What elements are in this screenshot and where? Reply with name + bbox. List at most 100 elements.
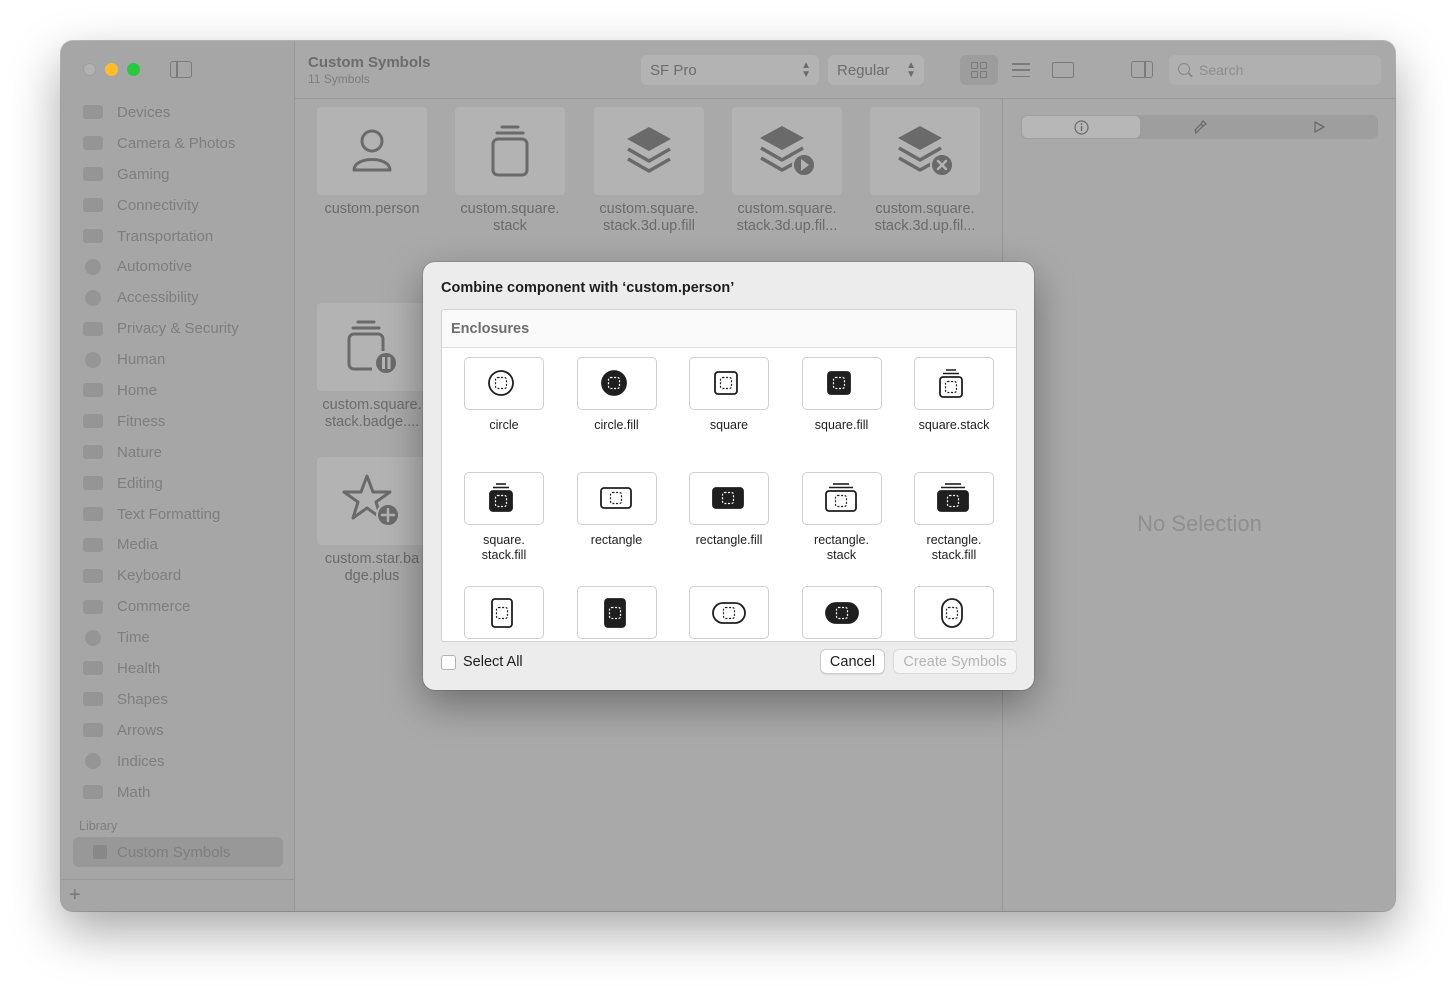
sidebar-item-label: Automotive xyxy=(117,258,193,276)
gallery-view-button[interactable] xyxy=(1044,55,1082,85)
close-window-button[interactable] xyxy=(83,63,96,76)
enclosure-preview xyxy=(464,471,544,525)
enclosure-label: square xyxy=(709,418,749,432)
add-library-button[interactable]: + xyxy=(69,884,81,907)
play-icon xyxy=(1314,121,1325,133)
sidebar-item-nature[interactable]: Nature xyxy=(83,437,283,468)
sidebar-item-privacy-security[interactable]: Privacy & Security xyxy=(83,313,283,344)
person-circle-icon xyxy=(85,351,101,368)
square-stack-icon xyxy=(491,125,529,177)
dialog-title: Combine component with ‘custom.person’ xyxy=(441,280,735,296)
cancel-button[interactable]: Cancel xyxy=(820,649,885,674)
command-icon xyxy=(83,568,103,583)
enclosure-preview xyxy=(801,357,882,410)
symbol-tile[interactable]: custom.square. stack.3d.up.fil... xyxy=(870,107,980,235)
enclosure-preview xyxy=(689,357,769,410)
square-fill-icon xyxy=(826,370,851,395)
arrow-right-icon xyxy=(83,723,103,738)
enclosure-tile[interactable]: circle xyxy=(464,357,544,433)
sidebar-item-custom-symbols[interactable]: Custom Symbols xyxy=(73,837,283,867)
sidebar-item-camera-photos[interactable]: Camera & Photos xyxy=(83,128,283,159)
sidebar-item-human[interactable]: Human xyxy=(83,344,283,375)
zoom-window-button[interactable] xyxy=(127,63,140,76)
enclosure-tile[interactable] xyxy=(464,586,544,641)
enclosure-tile[interactable]: rectangle xyxy=(576,471,657,548)
enclosure-label: rectangle. stack.fill xyxy=(926,532,982,562)
sidebar-item-time[interactable]: Time xyxy=(83,622,283,653)
camera-icon xyxy=(83,136,103,151)
symbol-tile[interactable]: custom.square. stack.3d.up.fill xyxy=(594,107,704,235)
grid-view-button[interactable] xyxy=(960,55,998,85)
sidebar-item-commerce[interactable]: Commerce xyxy=(83,591,283,622)
combine-component-dialog: Combine component with ‘custom.person’ E… xyxy=(423,262,1034,690)
symbol-tile[interactable]: custom.square. stack.badge.... xyxy=(317,303,427,431)
symbol-count: 11 Symbols xyxy=(308,72,370,86)
sidebar-item-editing[interactable]: Editing xyxy=(83,468,283,499)
inspector-toggle-icon[interactable] xyxy=(1131,61,1153,78)
sidebar-item-connectivity[interactable]: Connectivity xyxy=(83,190,283,221)
symbol-preview xyxy=(594,107,704,195)
capsule-portrait-icon xyxy=(941,597,963,628)
sidebar-item-automotive[interactable]: Automotive xyxy=(83,251,283,282)
enclosure-tile[interactable] xyxy=(914,586,994,641)
enclosure-tile[interactable]: square.stack xyxy=(914,357,994,433)
stack-3d-play-icon xyxy=(760,126,816,177)
enclosure-tile[interactable] xyxy=(689,586,769,641)
enclosure-tile[interactable]: circle.fill xyxy=(576,357,657,433)
sidebar-item-devices[interactable]: Devices xyxy=(83,97,283,128)
select-all-label: Select All xyxy=(463,654,523,670)
sidebar-item-shapes[interactable]: Shapes xyxy=(83,684,283,715)
sidebar-item-home[interactable]: Home xyxy=(83,375,283,406)
symbol-tile[interactable]: custom.square. stack xyxy=(455,107,565,235)
symbol-tile[interactable]: custom.person xyxy=(317,107,427,218)
enclosure-tile[interactable] xyxy=(801,586,882,641)
rectangle-stack-icon xyxy=(824,483,857,512)
enclosure-tile[interactable]: rectangle. stack xyxy=(801,471,882,563)
portrait-icon xyxy=(491,597,513,628)
list-view-button[interactable] xyxy=(1002,55,1040,85)
sidebar-item-arrows[interactable]: Arrows xyxy=(83,715,283,746)
sidebar-item-accessibility[interactable]: Accessibility xyxy=(83,282,283,313)
enclosure-tile[interactable]: rectangle. stack.fill xyxy=(914,471,994,563)
sidebar-item-label: Human xyxy=(117,351,166,369)
tab-info[interactable] xyxy=(1022,116,1141,138)
tab-preview[interactable] xyxy=(1260,115,1378,139)
sidebar-item-transportation[interactable]: Transportation xyxy=(83,221,283,252)
rectangle-stack-fill-icon xyxy=(937,483,969,512)
sidebar-toggle-icon[interactable] xyxy=(170,61,192,78)
sidebar-item-fitness[interactable]: Fitness xyxy=(83,406,283,437)
info-icon xyxy=(1074,119,1089,135)
enclosure-tile[interactable]: square. stack.fill xyxy=(464,471,544,563)
sidebar-item-label: Accessibility xyxy=(117,289,199,307)
sidebar-item-math[interactable]: Math xyxy=(83,777,283,808)
select-all-checkbox[interactable]: Select All xyxy=(441,654,523,670)
rectangle-icon xyxy=(599,487,632,509)
symbol-label: custom.square. stack.badge.... xyxy=(322,397,422,430)
playpause-icon xyxy=(83,537,103,552)
weight-popup[interactable]: Regular ▲ ▼ xyxy=(828,55,924,85)
tab-annotate[interactable] xyxy=(1141,115,1259,139)
sidebar-item-text-formatting[interactable]: Text Formatting xyxy=(83,499,283,530)
enclosure-tile[interactable]: rectangle.fill xyxy=(689,471,769,548)
checkbox[interactable] xyxy=(441,654,456,670)
search-field[interactable]: Search xyxy=(1169,55,1381,85)
enclosure-label: circle xyxy=(489,418,519,432)
sidebar-item-indices[interactable]: Indices xyxy=(83,746,283,777)
symbol-label: custom.square. stack.3d.up.fill xyxy=(599,201,699,234)
enclosure-tile[interactable] xyxy=(576,586,657,641)
sidebar-item-media[interactable]: Media xyxy=(83,529,283,560)
enclosure-tile[interactable]: square xyxy=(689,357,769,433)
enclosure-tile[interactable]: square.fill xyxy=(801,357,882,433)
function-icon xyxy=(83,785,103,800)
minimize-window-button[interactable] xyxy=(105,63,118,76)
symbol-tile[interactable]: custom.star.ba dge.plus xyxy=(317,457,427,585)
create-symbols-button[interactable]: Create Symbols xyxy=(893,649,1017,674)
sidebar-item-label: Math xyxy=(117,783,151,801)
sidebar-item-gaming[interactable]: Gaming xyxy=(83,159,283,190)
sidebar-item-health[interactable]: Health xyxy=(83,653,283,684)
font-popup[interactable]: SF Pro ▲ ▼ xyxy=(641,55,819,85)
antenna-icon xyxy=(83,198,103,213)
sidebar-item-keyboard[interactable]: Keyboard xyxy=(83,560,283,591)
symbol-tile[interactable]: custom.square. stack.3d.up.fil... xyxy=(732,107,842,235)
cart-icon xyxy=(83,599,103,614)
